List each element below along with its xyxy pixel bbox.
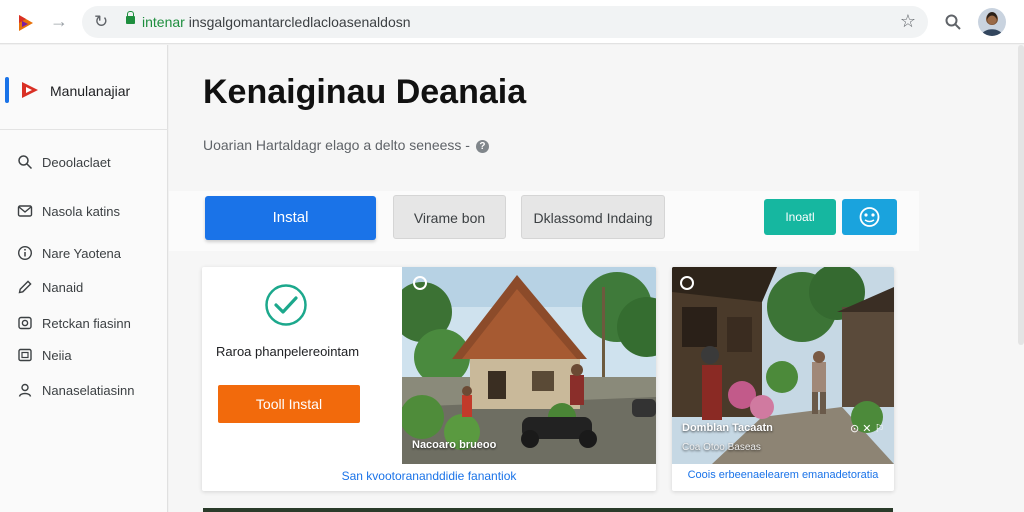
- tool-install-button[interactable]: Tooll Instal: [218, 385, 360, 423]
- url-path: insgalgomantarcledlacloasenaldosn: [184, 14, 411, 30]
- photo-caption-title: Domblan Tacaatn: [682, 422, 773, 434]
- photo-badge-icon[interactable]: [413, 276, 427, 290]
- card-label: Raroa phanpelereointam: [216, 344, 360, 359]
- reload-icon[interactable]: ↻: [94, 13, 108, 31]
- sidebar-brand-label: Manulanajiar: [50, 83, 131, 99]
- subtitle-text: Uoarian Hartaldagr elago a delto seneess…: [203, 137, 470, 153]
- page-subtitle: Uoarian Hartaldagr elago a delto seneess…: [203, 137, 489, 153]
- sidebar-brand[interactable]: Manulanajiar: [0, 75, 168, 105]
- card-link[interactable]: San kvootorananddidie fanantiok: [202, 469, 656, 483]
- lock-icon: [126, 11, 135, 24]
- mail-icon: [17, 205, 33, 217]
- sidebar-item-info[interactable]: Nare Yaotena: [0, 240, 168, 268]
- address-bar[interactable]: ↻ intenar insgalgomantarcledlacloasenald…: [82, 6, 928, 38]
- next-card-edge: [203, 508, 893, 512]
- view-button[interactable]: Virame bon: [393, 195, 506, 239]
- photo-caption: Nacoaro brueoo: [412, 439, 497, 451]
- url-text[interactable]: intenar insgalgomantarcledlacloasenaldos…: [142, 14, 411, 30]
- app-logo-icon[interactable]: [16, 13, 36, 33]
- camera-icon: [18, 316, 32, 330]
- sidebar-item-edit[interactable]: Nanaid: [0, 274, 168, 302]
- sidebar-item-label: Nanaselatiasinn: [42, 383, 135, 398]
- download-button[interactable]: Dklassomd Indaing: [521, 195, 665, 239]
- sidebar-item-user[interactable]: Nanaselatiasinn: [0, 377, 168, 405]
- bookmark-star-icon[interactable]: ☆: [900, 11, 916, 31]
- sidebar-item-label: Nanaid: [42, 280, 84, 295]
- media-icon: [18, 348, 32, 362]
- browser-toolbar: → ↻ intenar insgalgomantarcledlacloasena…: [0, 0, 1024, 44]
- sidebar-item-mail[interactable]: Nasola katins: [0, 198, 168, 226]
- edit-icon: [18, 280, 32, 294]
- main-content: Kenaiginau Deanaia Uoarian Hartaldagr el…: [169, 45, 1024, 512]
- install-button[interactable]: Instal: [205, 196, 376, 240]
- action-bar: Instal Virame bon Dklassomd Indaing Inoa…: [169, 191, 919, 251]
- card-link[interactable]: Coois erbeenaelearem emanadetoratia: [672, 469, 894, 481]
- sidebar-item-label: Deoolaclaet: [42, 155, 111, 170]
- photo-caption-subtitle: Coa Otoo Baseas: [682, 442, 761, 453]
- search-icon[interactable]: [944, 13, 962, 31]
- active-indicator: [5, 77, 9, 103]
- forward-arrow-icon[interactable]: →: [50, 11, 68, 31]
- village-photo: [402, 267, 656, 464]
- page-title: Kenaiginau Deanaia: [203, 73, 527, 111]
- share-icon: [859, 207, 880, 227]
- url-scheme: intenar: [142, 14, 185, 30]
- sidebar-item-label: Neiia: [42, 348, 72, 363]
- sidebar-item-camera[interactable]: Retckan fiasinn: [0, 310, 168, 338]
- sidebar-item-label: Retckan fiasinn: [42, 316, 131, 331]
- sidebar: Manulanajiar Deoolaclaet Nasola katins N…: [0, 45, 168, 512]
- avatar[interactable]: [978, 8, 1006, 36]
- sidebar-item-media[interactable]: Neiia: [0, 342, 168, 370]
- sidebar-item-search[interactable]: Deoolaclaet: [0, 149, 168, 177]
- photo-action-icons[interactable]: ⊙ ✕ ⚐: [850, 422, 884, 435]
- scrollbar[interactable]: [1018, 45, 1024, 345]
- brand-logo-icon: [22, 82, 38, 98]
- search-icon: [18, 155, 33, 170]
- divider: [0, 129, 168, 130]
- sidebar-item-label: Nare Yaotena: [42, 246, 122, 261]
- share-button[interactable]: [842, 199, 897, 235]
- check-circle-icon: [265, 284, 307, 326]
- info-icon: [17, 245, 33, 261]
- user-icon: [18, 383, 32, 397]
- photo-badge-icon[interactable]: [680, 276, 694, 290]
- sidebar-item-label: Nasola katins: [42, 204, 121, 219]
- teal-action-button[interactable]: Inoatl: [764, 199, 836, 235]
- install-card: Raroa phanpelereointam Tooll Instal Naco…: [202, 267, 656, 491]
- help-icon[interactable]: ?: [475, 140, 489, 153]
- street-card: Domblan Tacaatn Coa Otoo Baseas ⊙ ✕ ⚐ Co…: [672, 267, 894, 491]
